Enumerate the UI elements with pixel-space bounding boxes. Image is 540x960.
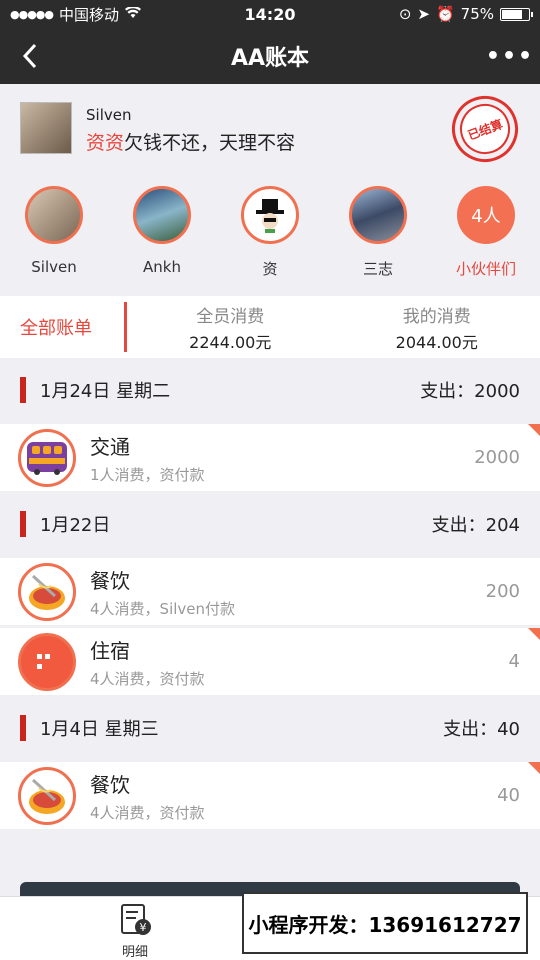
tab-detail[interactable]: ¥ 明细 <box>100 901 170 960</box>
member-avatar <box>241 186 299 244</box>
hotel-icon <box>18 632 76 691</box>
item-title: 餐饮 <box>90 568 130 593</box>
summary-tabs: 全部账单 全员消费 2244.00元 我的消费 2044.00元 <box>0 296 540 358</box>
profile-header: Silven 资资欠钱不还，天理不容 已结算 <box>0 84 540 174</box>
member-label: 资 <box>262 260 278 278</box>
section-total: 支出：2000 <box>420 381 520 402</box>
item-title: 交通 <box>90 434 130 459</box>
status-bar: ●●●●● 中国移动 14:20 ⊙ ➤ ⏰ 75% <box>0 0 540 28</box>
list-item[interactable]: 住宿 4人消费，资付款 4 <box>0 628 540 696</box>
stamp-label: 已结算 <box>452 96 518 162</box>
date-section: 1月4日 星期三 支出：40 <box>0 696 540 760</box>
item-subtitle: 1人消费，资付款 <box>90 465 205 484</box>
clock: 14:20 <box>244 4 296 24</box>
section-marker <box>20 715 26 741</box>
nav-bar: AA账本 ••• <box>0 28 540 84</box>
item-amount: 2000 <box>474 447 520 468</box>
stat-value: 2244.00元 <box>189 332 272 352</box>
section-date: 1月4日 星期三 <box>40 719 159 740</box>
section-total: 支出：204 <box>431 515 520 536</box>
page-title: AA账本 <box>230 46 310 71</box>
member-zi[interactable]: 资 <box>216 174 324 294</box>
section-marker <box>20 511 26 537</box>
stat-value: 2044.00元 <box>395 332 478 352</box>
member-label: Silven <box>31 258 77 276</box>
motto-scribble: 资资 <box>86 132 125 154</box>
receipt-icon: ¥ <box>121 904 151 935</box>
member-label: 三志 <box>362 260 393 278</box>
motto-text: 欠钱不还，天理不容 <box>124 132 296 154</box>
member-avatar <box>349 186 407 244</box>
bus-icon <box>18 428 76 487</box>
item-amount: 200 <box>485 581 520 602</box>
location-icon: ➤ <box>417 5 430 23</box>
top-hat-icon <box>256 199 284 233</box>
more-options-button[interactable]: ••• <box>480 28 540 84</box>
item-subtitle: 4人消费，资付款 <box>90 669 205 688</box>
battery-percent: 75% <box>460 5 494 23</box>
corner-flag <box>528 424 540 436</box>
stat-label: 我的消费 <box>402 306 471 327</box>
signal-icon: ●●●●● <box>10 7 54 21</box>
member-sanzhi[interactable]: 三志 <box>324 174 432 294</box>
item-title: 餐饮 <box>90 772 130 797</box>
tab-all-bills[interactable]: 全部账单 <box>0 296 124 358</box>
yen-symbol: ¥ <box>140 921 147 934</box>
section-date: 1月24日 星期二 <box>40 381 171 402</box>
back-button[interactable] <box>0 28 60 84</box>
member-label: Ankh <box>143 258 181 276</box>
date-section: 1月24日 星期二 支出：2000 <box>0 358 540 422</box>
member-avatar <box>133 186 191 244</box>
stat-all-members[interactable]: 全员消费 2244.00元 <box>127 302 334 353</box>
wifi-icon <box>125 5 142 23</box>
item-amount: 4 <box>508 651 520 672</box>
section-total: 支出：40 <box>443 719 520 740</box>
member-silven[interactable]: Silven <box>0 174 108 294</box>
corner-flag <box>528 762 540 774</box>
item-amount: 40 <box>497 785 520 806</box>
member-all[interactable]: 4人 小伙伴们 <box>432 174 540 294</box>
alarm-icon: ⏰ <box>435 5 455 23</box>
date-section: 1月22日 支出：204 <box>0 492 540 556</box>
profile-motto: 资资欠钱不还，天理不容 <box>86 128 295 155</box>
item-subtitle: 4人消费，资付款 <box>90 803 205 822</box>
corner-flag <box>528 628 540 640</box>
settled-stamp: 已结算 <box>442 86 528 172</box>
stat-label: 全员消费 <box>196 306 265 327</box>
member-list: Silven Ankh 资 三志 4人 小伙伴们 <box>0 174 540 294</box>
section-marker <box>20 377 26 403</box>
carrier-label: 中国移动 <box>59 5 120 24</box>
battery-level <box>502 9 522 19</box>
section-date: 1月22日 <box>40 515 111 536</box>
profile-name: Silven <box>86 106 132 124</box>
tab-label: 明细 <box>121 945 148 960</box>
lock-rotation-icon: ⊙ <box>398 5 412 23</box>
chevron-left-icon <box>22 43 37 69</box>
list-item[interactable]: 餐饮 4人消费，Silven付款 200 <box>0 558 540 626</box>
item-title: 住宿 <box>90 638 130 663</box>
member-ankh[interactable]: Ankh <box>108 174 216 294</box>
stat-mine[interactable]: 我的消费 2044.00元 <box>334 302 540 353</box>
member-count-badge: 4人 <box>457 186 515 244</box>
list-item[interactable]: 餐饮 4人消费，资付款 40 <box>0 762 540 830</box>
food-icon <box>18 766 76 825</box>
promo-banner: 小程序开发：13691612727 <box>242 892 528 954</box>
food-icon <box>18 562 76 621</box>
member-avatar <box>25 186 83 244</box>
battery-icon <box>500 7 533 21</box>
list-item[interactable]: 交通 1人消费，资付款 2000 <box>0 424 540 492</box>
member-label: 小伙伴们 <box>455 260 516 278</box>
avatar[interactable] <box>20 102 72 154</box>
item-subtitle: 4人消费，Silven付款 <box>90 599 236 618</box>
